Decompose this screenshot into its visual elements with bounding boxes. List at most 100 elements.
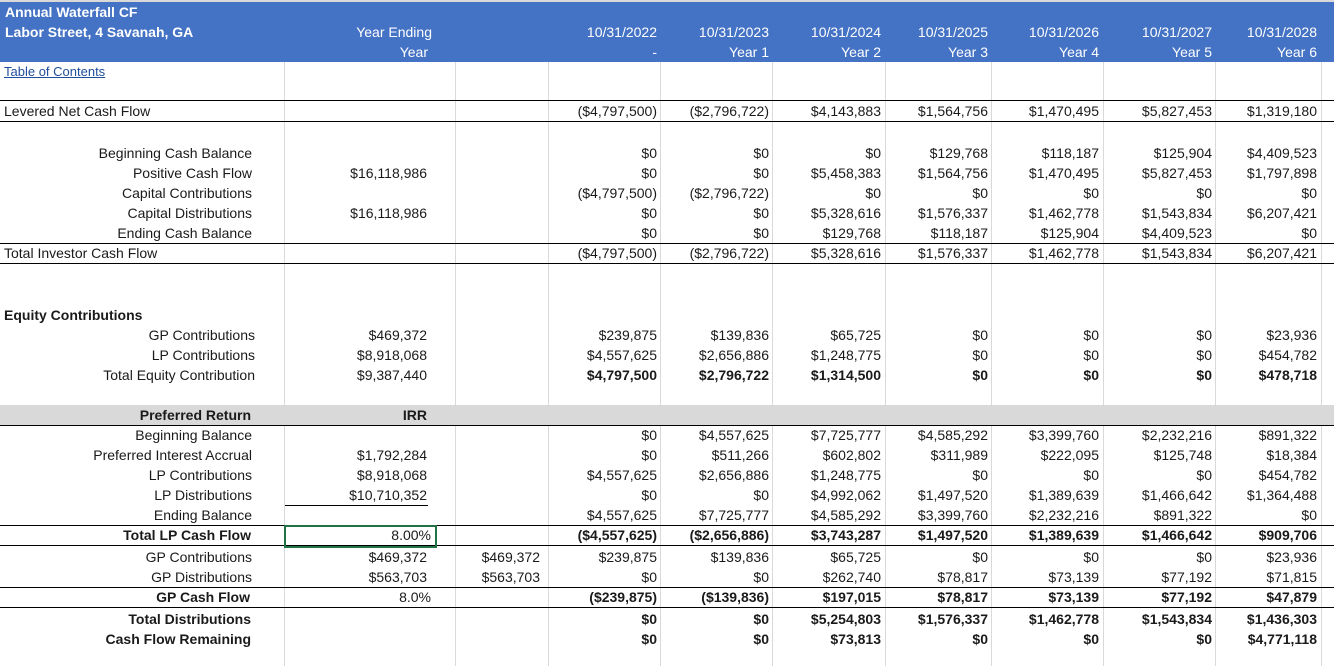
cell-value: $1,466,642 — [1141, 527, 1212, 543]
row-total: $469,372 — [368, 327, 427, 343]
cell-value: $65,725 — [830, 549, 881, 565]
column-date: 10/31/2027 — [1141, 24, 1212, 40]
cell-value: $0 — [1196, 367, 1212, 383]
cell-value: ($2,796,722) — [689, 245, 769, 261]
cell-value: $2,656,886 — [698, 347, 769, 363]
column-year: Year 6 — [1277, 44, 1317, 60]
table-of-contents-link[interactable]: Table of Contents — [4, 62, 105, 82]
cell-value: $139,836 — [710, 549, 769, 565]
lp-irr-value: 8.00% — [391, 527, 431, 543]
report-title: Annual Waterfall CF — [5, 4, 138, 20]
column-date: 10/31/2025 — [917, 24, 988, 40]
cell-value: $7,725,777 — [810, 427, 881, 443]
cell-value: $0 — [1301, 225, 1317, 241]
cell-value: $4,557,625 — [586, 507, 657, 523]
cell-value: ($139,836) — [701, 589, 769, 605]
cell-value: $2,232,216 — [1141, 427, 1212, 443]
column-date: 10/31/2026 — [1028, 24, 1099, 40]
cell-value: $2,656,886 — [698, 467, 769, 483]
cell-value: $4,557,625 — [698, 427, 769, 443]
cell-value: $73,139 — [1048, 589, 1099, 605]
cell-value: $1,389,639 — [1028, 527, 1099, 543]
cell-value: $118,187 — [1041, 145, 1099, 161]
cell-value: $0 — [641, 611, 657, 627]
cell-value: ($2,796,722) — [689, 103, 769, 119]
cell-value: $0 — [972, 367, 988, 383]
cell-value: $4,557,625 — [586, 467, 657, 483]
cell-value: ($239,875) — [589, 589, 657, 605]
cell-value: ($4,797,500) — [577, 103, 657, 119]
rule — [0, 607, 1334, 608]
cell-value: $0 — [1196, 185, 1212, 201]
cell-value: $1,462,778 — [1028, 245, 1099, 261]
cell-value: $0 — [1196, 549, 1212, 565]
cell-value: $78,817 — [937, 569, 988, 585]
cell-value: $0 — [1083, 549, 1099, 565]
cell-value: $0 — [1196, 631, 1212, 647]
cell-value: $3,399,760 — [1028, 427, 1099, 443]
row-label: LP Distributions — [154, 487, 252, 503]
row-label: GP Distributions — [151, 569, 252, 585]
row-label: Positive Cash Flow — [132, 165, 252, 181]
cell-value: $65,725 — [830, 327, 881, 343]
row-label: Capital Distributions — [127, 205, 253, 221]
cell-value: $1,576,337 — [917, 611, 988, 627]
cell-value: $129,768 — [822, 225, 881, 241]
cell-value: $0 — [641, 165, 657, 181]
cell-value: $262,740 — [822, 569, 881, 585]
rule — [0, 263, 1334, 264]
cell-value: $4,409,523 — [1246, 145, 1317, 161]
row-extra: $469,372 — [481, 549, 540, 565]
cell-value: $0 — [641, 427, 657, 443]
cell-value: $0 — [641, 225, 657, 241]
cell-value: $18,384 — [1266, 447, 1317, 463]
year-ending-label: Year Ending — [356, 24, 432, 40]
cell-value: $23,936 — [1266, 549, 1317, 565]
cell-value: $47,879 — [1266, 589, 1317, 605]
cell-value: $0 — [972, 327, 988, 343]
row-total: $9,387,440 — [356, 367, 427, 383]
row-label-cash-flow-remaining: Cash Flow Remaining — [105, 631, 251, 647]
cell-value: $0 — [641, 569, 657, 585]
cell-value: $1,564,756 — [917, 165, 988, 181]
row-label: LP Contributions — [151, 347, 255, 363]
cell-value: $77,192 — [1161, 589, 1212, 605]
cell-value: $4,585,292 — [917, 427, 988, 443]
cell-value: $0 — [972, 347, 988, 363]
cell-value: $1,497,520 — [917, 527, 988, 543]
cell-value: $0 — [753, 165, 769, 181]
cell-value: $0 — [753, 569, 769, 585]
cell-value: $1,436,303 — [1246, 611, 1317, 627]
cell-value: $3,743,287 — [810, 527, 881, 543]
cell-value: $891,322 — [1258, 427, 1317, 443]
gp-irr-value: 8.0% — [399, 589, 431, 605]
cell-value: $0 — [641, 205, 657, 221]
cell-value: $0 — [1196, 467, 1212, 483]
cell-value: $0 — [1083, 185, 1099, 201]
property-address: Labor Street, 4 Savanah, GA — [5, 24, 194, 40]
row-extra: $563,703 — [481, 569, 540, 585]
cell-value: $197,015 — [822, 589, 881, 605]
cell-value: $2,232,216 — [1028, 507, 1099, 523]
cell-value: $125,904 — [1153, 145, 1212, 161]
cell-value: $478,718 — [1258, 367, 1317, 383]
cell-value: $6,207,421 — [1246, 245, 1317, 261]
cell-value: $239,875 — [598, 327, 657, 343]
row-label: Total Equity Contribution — [103, 367, 255, 383]
cell-value: $125,904 — [1040, 225, 1099, 241]
row-total: $8,918,068 — [356, 347, 427, 363]
cell-value: $0 — [1301, 185, 1317, 201]
cell-value: ($2,656,886) — [689, 527, 769, 543]
cell-value: $0 — [753, 487, 769, 503]
cell-value: $0 — [1301, 507, 1317, 523]
cell-value: $4,797,500 — [586, 367, 657, 383]
cell-value: $0 — [972, 631, 988, 647]
cell-value: $5,254,803 — [810, 611, 881, 627]
cell-value: $1,319,180 — [1246, 103, 1317, 119]
cell-value: $0 — [972, 467, 988, 483]
cell-value: $909,706 — [1258, 527, 1317, 543]
row-label: Beginning Cash Balance — [98, 145, 252, 161]
cell-value: $7,725,777 — [698, 507, 769, 523]
cell-value: $511,266 — [711, 447, 769, 463]
cell-value: $4,409,523 — [1141, 225, 1212, 241]
